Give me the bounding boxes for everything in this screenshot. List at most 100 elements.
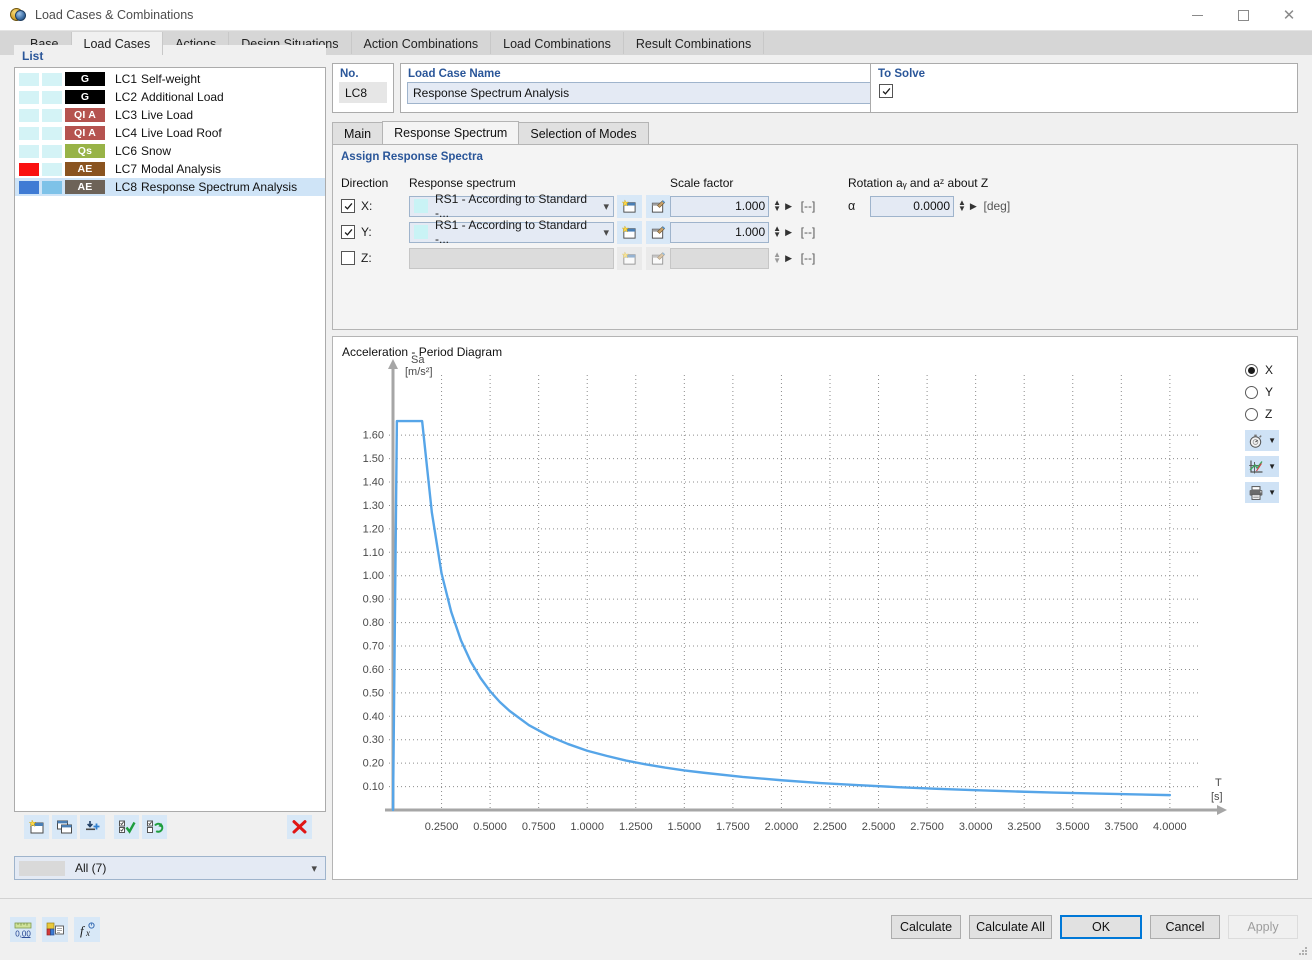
list-toolbar: [14, 814, 326, 840]
cancel-button[interactable]: Cancel: [1150, 915, 1220, 939]
radio-direction-x[interactable]: X: [1245, 359, 1289, 381]
tab-selection-of-modes[interactable]: Selection of Modes: [518, 122, 648, 144]
new-window-icon: [621, 199, 637, 214]
scale-factor-input[interactable]: 1.000: [670, 222, 769, 243]
list-item[interactable]: AELC7Modal Analysis: [15, 160, 325, 178]
axes-graph-icon: [1248, 459, 1264, 475]
row-color-swatch-1: [19, 145, 39, 158]
row-load-case-name: Snow: [141, 144, 171, 158]
list-filter-label: All (7): [75, 861, 106, 875]
footer-tool-buttons: 0,00 f x: [10, 917, 100, 942]
tab-main[interactable]: Main: [332, 122, 383, 144]
print-button[interactable]: ▼: [1245, 482, 1279, 503]
direction-checkbox[interactable]: [341, 225, 355, 239]
assign-response-spectra-panel: Assign Response Spectra Direction Respon…: [332, 144, 1298, 330]
load-case-detail-panel: No. LC8 Load Case Name Response Spectrum…: [332, 63, 1298, 880]
to-solve-group: To Solve: [870, 63, 1298, 113]
spinner-icon[interactable]: ▲▼: [958, 200, 966, 212]
assign-row: Z:▲▼▶[--]: [341, 245, 1289, 271]
row-load-case-id: LC4: [115, 126, 141, 140]
tab-load-combinations[interactable]: Load Combinations: [491, 32, 624, 55]
svg-text:x: x: [85, 928, 90, 938]
list-item[interactable]: AELC8Response Spectrum Analysis: [15, 178, 325, 196]
copy-load-case-button[interactable]: [52, 815, 77, 839]
response-spectrum-value: RS1 - According to Standard -...: [435, 218, 603, 246]
tab-response-spectrum[interactable]: Response Spectrum: [382, 121, 519, 144]
x-tick-label: 2.7500: [910, 821, 944, 833]
list-item[interactable]: QsLC6Snow: [15, 142, 325, 160]
calculate-all-button[interactable]: Calculate All: [969, 915, 1052, 939]
x-tick-label: 0.7500: [522, 821, 556, 833]
graph-settings-button[interactable]: ▼: [1245, 456, 1279, 477]
expand-arrow-icon[interactable]: ▶: [970, 201, 977, 212]
list-filter-combobox[interactable]: All (7) ▾: [14, 856, 326, 880]
spinner-icon[interactable]: ▲▼: [773, 252, 781, 264]
rotation-alpha-input[interactable]: 0.0000: [870, 196, 954, 217]
direction-checkbox[interactable]: [341, 199, 355, 213]
spinner-icon[interactable]: ▲▼: [773, 226, 781, 238]
y-tick-label: 1.00: [363, 570, 384, 582]
import-load-case-button[interactable]: [80, 815, 105, 839]
list-item[interactable]: GLC2Additional Load: [15, 88, 325, 106]
new-response-spectrum-button[interactable]: [617, 195, 642, 218]
edit-response-spectrum-button[interactable]: [646, 195, 671, 218]
y-tick-label: 1.10: [363, 547, 384, 559]
app-icon: [9, 6, 27, 24]
response-spectrum-chart: 0.100.200.300.400.500.600.700.800.901.00…: [341, 355, 1241, 865]
to-solve-label: To Solve: [871, 64, 1297, 82]
x-tick-label: 2.0000: [765, 821, 799, 833]
radio-z-label: Z: [1265, 407, 1272, 421]
minimize-button[interactable]: [1174, 0, 1220, 31]
resize-grip-icon[interactable]: [1297, 945, 1309, 957]
new-load-case-button[interactable]: [24, 815, 49, 839]
row-color-swatch-1: [19, 163, 39, 176]
row-color-swatch-2: [42, 109, 62, 122]
spinner-icon[interactable]: ▲▼: [773, 200, 781, 212]
new-response-spectrum-button[interactable]: [617, 221, 642, 244]
row-color-swatch-1: [19, 73, 39, 86]
to-solve-checkbox[interactable]: [879, 84, 893, 98]
tab-result-combinations[interactable]: Result Combinations: [624, 32, 764, 55]
edit-response-spectrum-button[interactable]: [646, 221, 671, 244]
expand-arrow-icon[interactable]: ▶: [785, 201, 792, 212]
diagram-side-controls: X Y Z: [1245, 359, 1289, 503]
formula-button[interactable]: f x: [74, 917, 100, 942]
close-icon[interactable]: ✕: [1266, 0, 1312, 31]
load-case-no-value: LC8: [339, 82, 387, 103]
list-item[interactable]: QI ALC3Live Load: [15, 106, 325, 124]
footer-button-row: CalculateCalculate AllOKCancelApply: [891, 915, 1298, 939]
delete-load-case-button[interactable]: [287, 815, 312, 839]
units-button[interactable]: 0,00: [10, 917, 36, 942]
load-case-list[interactable]: GLC1Self-weightGLC2Additional LoadQI ALC…: [14, 67, 326, 812]
assign-grid: Direction Response spectrum Scale factor…: [341, 173, 1289, 271]
response-spectrum-combobox[interactable]: RS1 - According to Standard -...▾: [409, 222, 614, 243]
assign-row: Y:RS1 - According to Standard -...▾1.000…: [341, 219, 1289, 245]
load-case-name-combobox[interactable]: Response Spectrum Analysis ▾: [407, 82, 919, 104]
stopwatch-settings-button[interactable]: ▼: [1245, 430, 1279, 451]
y-tick-label: 1.50: [363, 453, 384, 465]
radio-x-label: X: [1265, 363, 1273, 377]
response-spectrum-combobox[interactable]: RS1 - According to Standard -...▾: [409, 196, 614, 217]
scale-factor-input[interactable]: 1.000: [670, 196, 769, 217]
calculate-button[interactable]: Calculate: [891, 915, 961, 939]
list-item[interactable]: QI ALC4Live Load Roof: [15, 124, 325, 142]
expand-arrow-icon[interactable]: ▶: [785, 227, 792, 238]
y-tick-label: 1.30: [363, 500, 384, 512]
ok-button[interactable]: OK: [1060, 915, 1142, 939]
tab-load-cases[interactable]: Load Cases: [72, 32, 164, 55]
no-label: No.: [333, 64, 393, 82]
x-tick-label: 2.5000: [862, 821, 896, 833]
tab-action-combinations[interactable]: Action Combinations: [352, 32, 492, 55]
maximize-button[interactable]: [1220, 0, 1266, 31]
radio-direction-z[interactable]: Z: [1245, 403, 1289, 425]
invert-selection-button[interactable]: [142, 815, 167, 839]
direction-checkbox[interactable]: [341, 251, 355, 265]
load-case-name-value: Response Spectrum Analysis: [413, 86, 569, 100]
select-all-button[interactable]: [114, 815, 139, 839]
list-item[interactable]: GLC1Self-weight: [15, 70, 325, 88]
expand-arrow-icon[interactable]: ▶: [785, 253, 792, 264]
radio-direction-y[interactable]: Y: [1245, 381, 1289, 403]
display-properties-button[interactable]: [42, 917, 68, 942]
col-rotation-header: Rotation aᵧ and aᶻ about Z: [818, 176, 1289, 190]
row-category-badge: QI A: [65, 126, 105, 140]
